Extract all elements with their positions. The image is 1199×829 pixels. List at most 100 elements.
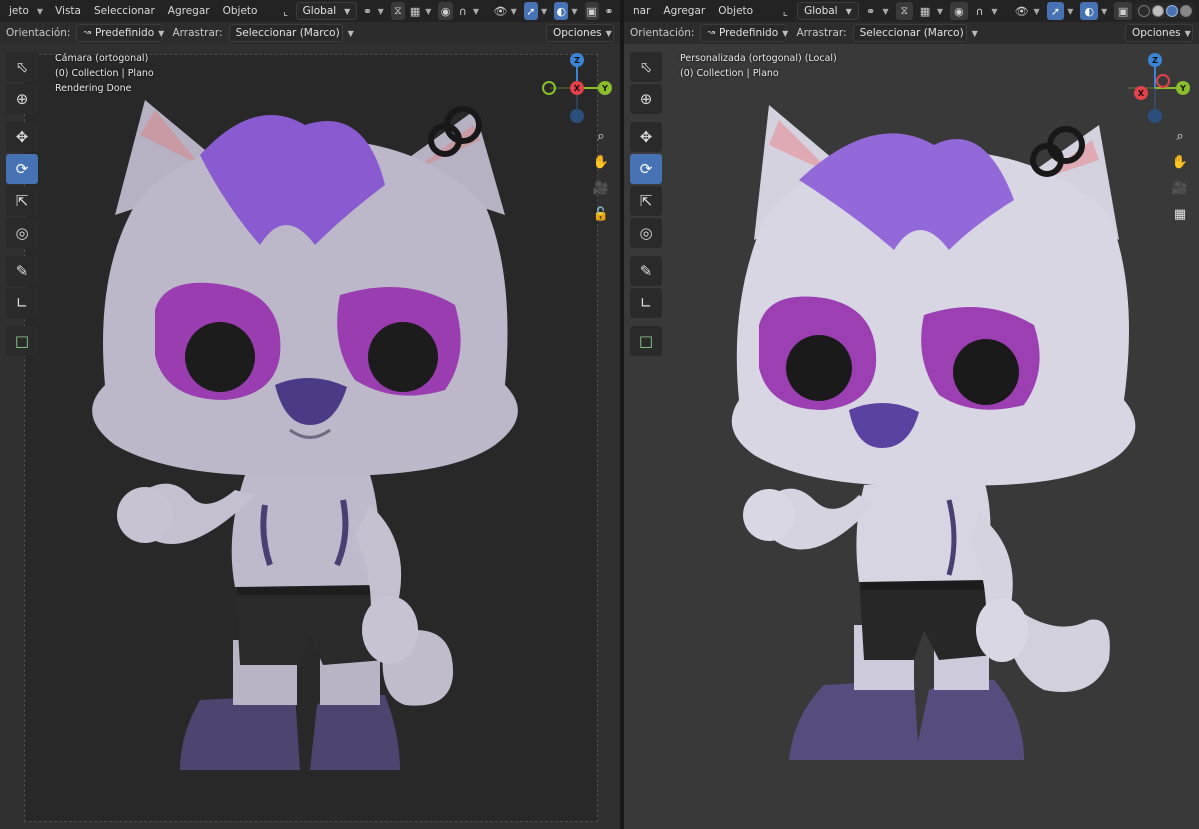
pan-hand-icon[interactable]: ✋	[590, 151, 612, 173]
transform-orientation-dropdown[interactable]: Global ▼	[295, 2, 358, 20]
gizmo-z-axis[interactable]: Z	[570, 53, 584, 67]
menu-view[interactable]: Vista	[50, 5, 86, 17]
gizmo-x-axis[interactable]: X	[1134, 86, 1148, 100]
gizmo-neg-z-axis[interactable]	[1148, 109, 1162, 123]
orientation-dropdown[interactable]: ↝ Predefinido ▼	[76, 24, 164, 42]
chevron-down-icon: ▼	[605, 28, 612, 38]
cursor-icon[interactable]: ⊕	[6, 84, 38, 114]
options-dropdown[interactable]: Opciones ▼	[546, 24, 614, 42]
menu-object[interactable]: Objeto	[713, 5, 758, 17]
camera-view-icon[interactable]: 🎥	[590, 177, 612, 199]
shading-wireframe-icon[interactable]	[1137, 5, 1150, 17]
falloff-icon[interactable]: ∩	[971, 2, 989, 20]
measure-icon[interactable]: ∟	[630, 288, 662, 318]
visibility-icon[interactable]: 👁	[1013, 2, 1031, 20]
orientation-axis-icon: ⌞	[282, 4, 289, 18]
add-cube-icon[interactable]: □	[630, 326, 662, 356]
menu-select[interactable]: nar	[628, 5, 655, 17]
select-box-icon[interactable]: ⬁	[630, 52, 662, 82]
navigation-gizmo[interactable]: Z Y X	[1120, 52, 1190, 123]
menu-select[interactable]: Seleccionar	[89, 5, 160, 17]
scale-icon[interactable]: ⇱	[6, 186, 38, 216]
snap-icon[interactable]: ⧖	[390, 2, 405, 20]
gizmo-x-axis[interactable]: X	[570, 81, 584, 95]
shading-mode-group	[1134, 3, 1195, 19]
options-dropdown[interactable]: Opciones ▼	[1125, 24, 1193, 42]
gizmo-toggle-icon[interactable]: ➚	[1046, 2, 1065, 20]
xray-toggle-icon[interactable]: ▣	[584, 2, 599, 20]
transform-orientation-value: Global	[302, 5, 337, 17]
orientation-value: Predefinido	[719, 27, 779, 39]
move-icon[interactable]: ✥	[6, 122, 38, 152]
rotate-icon[interactable]: ⟳	[630, 154, 662, 184]
transform-orientation-dropdown[interactable]: Global ▼	[797, 2, 859, 20]
gizmo-neg-y-axis[interactable]	[542, 81, 556, 95]
wolf-boots	[180, 695, 400, 770]
wolf-torso	[231, 475, 379, 587]
shading-wireframe-icon[interactable]: ⚭	[602, 2, 616, 20]
snap-icon[interactable]: ⧖	[895, 2, 914, 20]
rotate-icon[interactable]: ⟳	[6, 154, 38, 184]
chevron-down-icon: ▼	[472, 6, 480, 16]
shading-solid-icon[interactable]	[1151, 5, 1164, 17]
select-box-icon[interactable]: ⬁	[6, 52, 38, 82]
snap-target-icon[interactable]: ▦	[916, 2, 934, 20]
drag-dropdown[interactable]: Seleccionar (Marco) ▼	[228, 24, 354, 42]
overlays-toggle-icon[interactable]: ◐	[1080, 2, 1099, 20]
lock-icon[interactable]: 🔓	[590, 203, 612, 225]
shading-material-icon[interactable]	[1165, 5, 1178, 17]
gizmo-toggle-icon[interactable]: ➚	[523, 2, 538, 20]
navigation-gizmo[interactable]: Z Y X	[542, 52, 612, 123]
right-viewport-editor[interactable]: nar Agregar Objeto ⌞ Global ▼ ⚭ ▼ ⧖ ▦ ▼ ◉ ∩…	[624, 0, 1199, 829]
gizmo-y-axis[interactable]: Y	[598, 81, 612, 95]
menu-add[interactable]: Agregar	[658, 5, 710, 17]
gizmo-neg-z-axis[interactable]	[570, 109, 584, 123]
zoom-icon[interactable]: ⌕	[1169, 125, 1191, 147]
chevron-down-icon: ▼	[425, 6, 432, 16]
gizmo-y-axis[interactable]: Y	[1176, 81, 1190, 95]
chevron-down-icon: ▼	[936, 6, 944, 16]
pivot-icon[interactable]: ⚭	[360, 2, 374, 20]
snap-target-icon[interactable]: ▦	[408, 2, 422, 20]
right-tool-header: Orientación: ↝ Predefinido ▼ Arrastrar: Se…	[624, 22, 1199, 44]
chevron-down-icon: ▼	[571, 6, 578, 16]
pan-hand-icon[interactable]: ✋	[1169, 151, 1191, 173]
chevron-down-icon: ▼	[782, 28, 789, 38]
drag-value: Seleccionar (Marco)	[235, 27, 340, 39]
add-cube-icon[interactable]: □	[6, 326, 38, 356]
camera-view-icon[interactable]: 🎥	[1169, 177, 1191, 199]
falloff-icon[interactable]: ∩	[456, 2, 470, 20]
left-viewport-editor[interactable]: jeto ▼ Vista Seleccionar Agregar Objeto …	[0, 0, 620, 829]
scale-icon[interactable]: ⇱	[630, 186, 662, 216]
overlays-toggle-icon[interactable]: ◐	[554, 2, 569, 20]
cursor-icon[interactable]: ⊕	[630, 84, 662, 114]
gizmo-z-axis[interactable]: Z	[1148, 53, 1162, 67]
chevron-down-icon: ▼	[1067, 6, 1074, 16]
gizmo-neg-x-axis[interactable]	[1156, 74, 1170, 88]
shading-rendered-icon[interactable]	[1179, 5, 1192, 17]
visibility-icon[interactable]: 👁	[493, 2, 507, 20]
transform-icon[interactable]: ◎	[630, 218, 662, 248]
grid-icon[interactable]: ▦	[1169, 203, 1191, 225]
wolf-head	[92, 100, 518, 476]
annotate-icon[interactable]: ✎	[6, 256, 38, 286]
orientation-value: Predefinido	[95, 27, 155, 39]
view-name: Cámara (ortogonal)	[55, 53, 149, 64]
menu-object[interactable]: Objeto	[218, 5, 263, 17]
measure-icon[interactable]: ∟	[6, 288, 38, 318]
drag-dropdown[interactable]: Seleccionar (Marco) ▼	[852, 24, 978, 42]
menu-add[interactable]: Agregar	[163, 5, 215, 17]
move-icon[interactable]: ✥	[630, 122, 662, 152]
annotate-icon[interactable]: ✎	[630, 256, 662, 286]
transform-icon[interactable]: ◎	[6, 218, 38, 248]
pivot-icon[interactable]: ⚭	[862, 2, 880, 20]
xray-toggle-icon[interactable]: ▣	[1114, 2, 1132, 20]
proportional-edit-icon[interactable]: ◉	[438, 2, 453, 20]
chevron-down-icon: ▼	[1101, 6, 1108, 16]
orientation-dropdown[interactable]: ↝ Predefinido ▼	[700, 24, 789, 42]
drag-value: Seleccionar (Marco)	[859, 27, 964, 39]
chevron-down-icon: ▼	[510, 6, 517, 16]
zoom-icon[interactable]: ⌕	[590, 125, 612, 147]
proportional-edit-icon[interactable]: ◉	[950, 2, 968, 20]
menu-mode[interactable]: jeto	[4, 5, 34, 17]
